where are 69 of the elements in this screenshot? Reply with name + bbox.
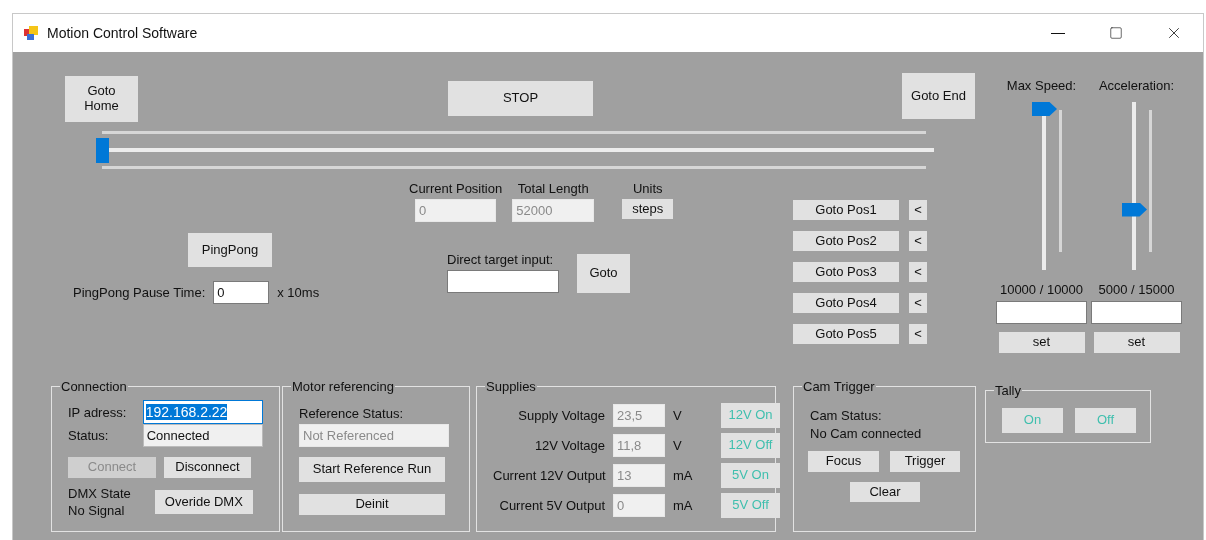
units-button[interactable]: steps: [622, 199, 674, 219]
focus-button[interactable]: Focus: [808, 451, 879, 472]
set-position-button[interactable]: <: [909, 262, 927, 282]
field-label: Status:: [68, 428, 110, 443]
set-button[interactable]: set: [998, 332, 1085, 353]
set-position-button[interactable]: <: [909, 231, 927, 251]
goto-position-button[interactable]: Goto Pos4: [793, 293, 899, 313]
field-label: 12V Voltage: [533, 437, 605, 453]
unit-label: V: [673, 407, 683, 423]
set-position-button[interactable]: <: [909, 324, 927, 344]
field-label: Current 12V Output: [493, 467, 605, 483]
field-label: Current 5V Output: [498, 497, 605, 513]
disconnect-button[interactable]: Disconnect: [164, 457, 251, 478]
goto-button[interactable]: Goto: [577, 254, 630, 293]
unit-label: V: [673, 437, 683, 453]
group-title: Cam Trigger: [802, 379, 876, 394]
override-dmx-button[interactable]: Overide DMX: [154, 490, 253, 514]
status-field[interactable]: Connected: [142, 424, 263, 447]
slider-label: Max Speed:: [1006, 78, 1077, 93]
field-label: Current Position: [409, 181, 503, 196]
slider-reading: 5000 / 15000: [1098, 282, 1175, 297]
cam-status-value: No Cam connected: [810, 426, 923, 441]
field-label: Direct target input:: [447, 252, 554, 267]
unit-label: mA: [673, 497, 694, 513]
cam-status-label: Cam Status:: [810, 408, 883, 423]
pause-time-label: PingPong Pause Time:: [73, 285, 206, 300]
unit-label: mA: [673, 467, 694, 483]
set-button[interactable]: set: [1093, 332, 1180, 353]
value-field[interactable]: [996, 301, 1087, 324]
slider-reading: 10000 / 10000: [999, 282, 1084, 297]
field-label: Total Length: [517, 181, 589, 196]
field-label: Units: [632, 181, 663, 196]
slider-label: Acceleration:: [1098, 78, 1175, 93]
slider-thumb[interactable]: [96, 138, 109, 163]
unit-label: x 10ms: [277, 285, 320, 300]
target-input-field[interactable]: [447, 270, 559, 293]
maximize-icon: [1109, 26, 1123, 40]
pause-time-field[interactable]: 0: [213, 281, 270, 304]
goto-home-button[interactable]: Goto Home: [65, 76, 138, 122]
slider-thumb[interactable]: [1122, 202, 1147, 217]
ip-address-field[interactable]: 192.168.2.22: [142, 400, 263, 424]
stop-button[interactable]: STOP: [448, 81, 593, 116]
trigger-button[interactable]: Trigger: [890, 451, 960, 472]
start-reference-button[interactable]: Start Reference Run: [299, 457, 445, 482]
group-title: Connection: [60, 379, 128, 394]
clear-button[interactable]: Clear: [850, 482, 920, 502]
window-title: Motion Control Software: [47, 25, 199, 41]
slider-thumb[interactable]: [1032, 102, 1057, 116]
position-slider[interactable]: [96, 131, 934, 169]
set-position-button[interactable]: <: [909, 293, 927, 313]
goto-position-button[interactable]: Goto Pos1: [793, 200, 899, 220]
value-field[interactable]: [1091, 301, 1182, 324]
dmx-state-label: DMX State: [68, 486, 131, 501]
goto-position-button[interactable]: Goto Pos3: [793, 262, 899, 282]
group-title: Tally: [994, 383, 1022, 398]
set-position-button[interactable]: <: [909, 200, 927, 220]
deinit-button[interactable]: Deinit: [299, 494, 445, 515]
field-label: Reference Status:: [299, 406, 405, 421]
group-title: Motor referencing: [291, 379, 395, 394]
field-label: Supply Voltage: [517, 407, 605, 423]
goto-position-button[interactable]: Goto Pos2: [793, 231, 899, 251]
goto-position-button[interactable]: Goto Pos5: [793, 324, 899, 344]
field-label: IP adress:: [68, 404, 128, 420]
minimize-icon: [1051, 32, 1065, 34]
pingpong-button[interactable]: PingPong: [188, 233, 272, 267]
goto-end-button[interactable]: Goto End: [902, 73, 975, 119]
group-title: Supplies: [485, 379, 537, 394]
app-icon: [23, 25, 39, 41]
dmx-state-value: No Signal: [68, 503, 125, 518]
